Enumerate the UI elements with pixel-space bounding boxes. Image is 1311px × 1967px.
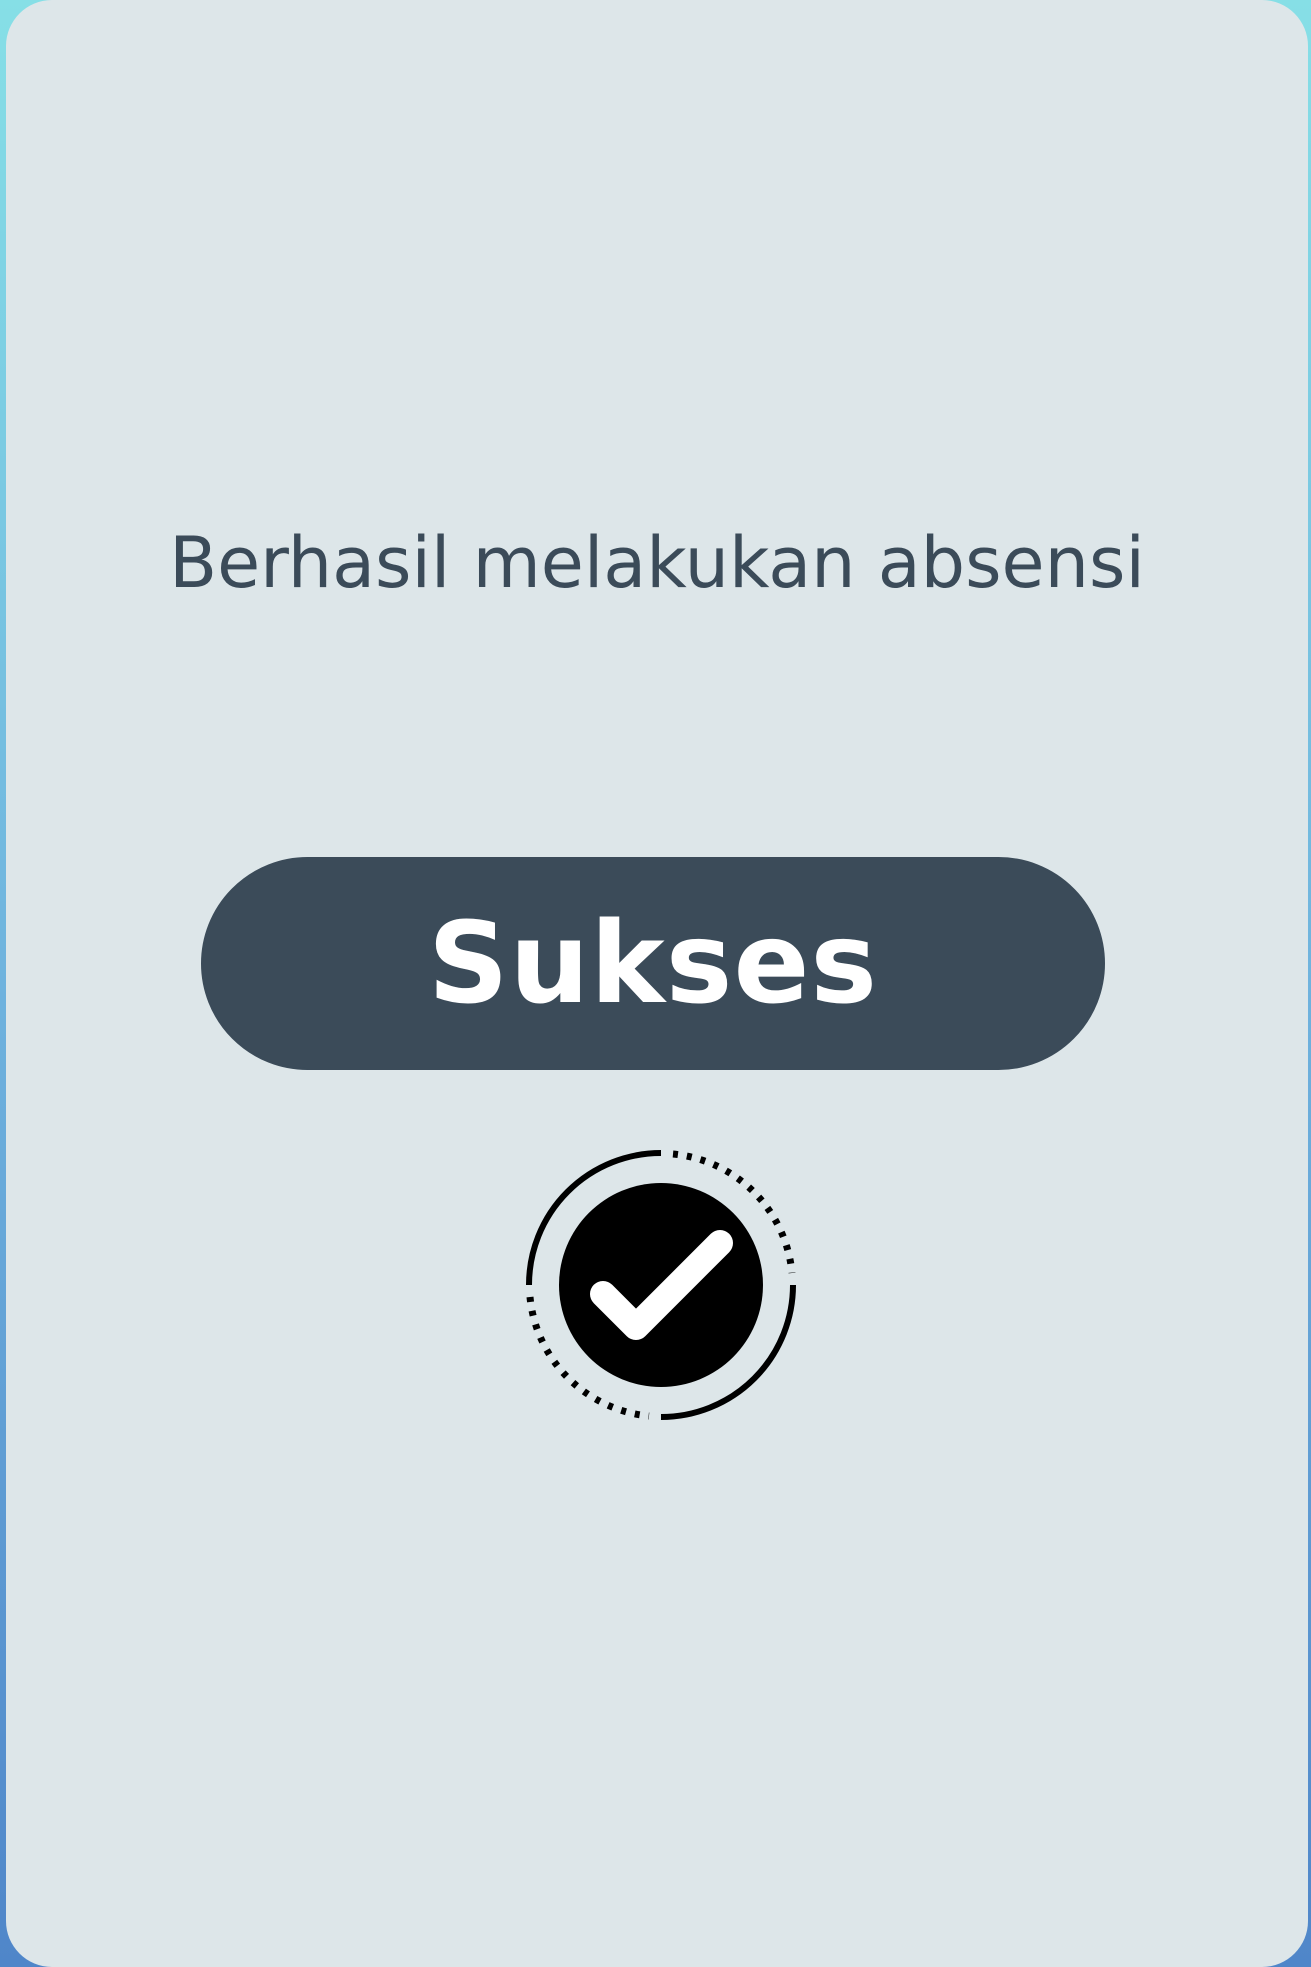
success-dialog-card: Berhasil melakukan absensi Sukses xyxy=(6,0,1308,1967)
success-message: Berhasil melakukan absensi xyxy=(169,522,1145,604)
status-label: Sukses xyxy=(427,898,879,1029)
status-pill: Sukses xyxy=(201,857,1105,1070)
check-circle-icon xyxy=(526,1150,796,1420)
